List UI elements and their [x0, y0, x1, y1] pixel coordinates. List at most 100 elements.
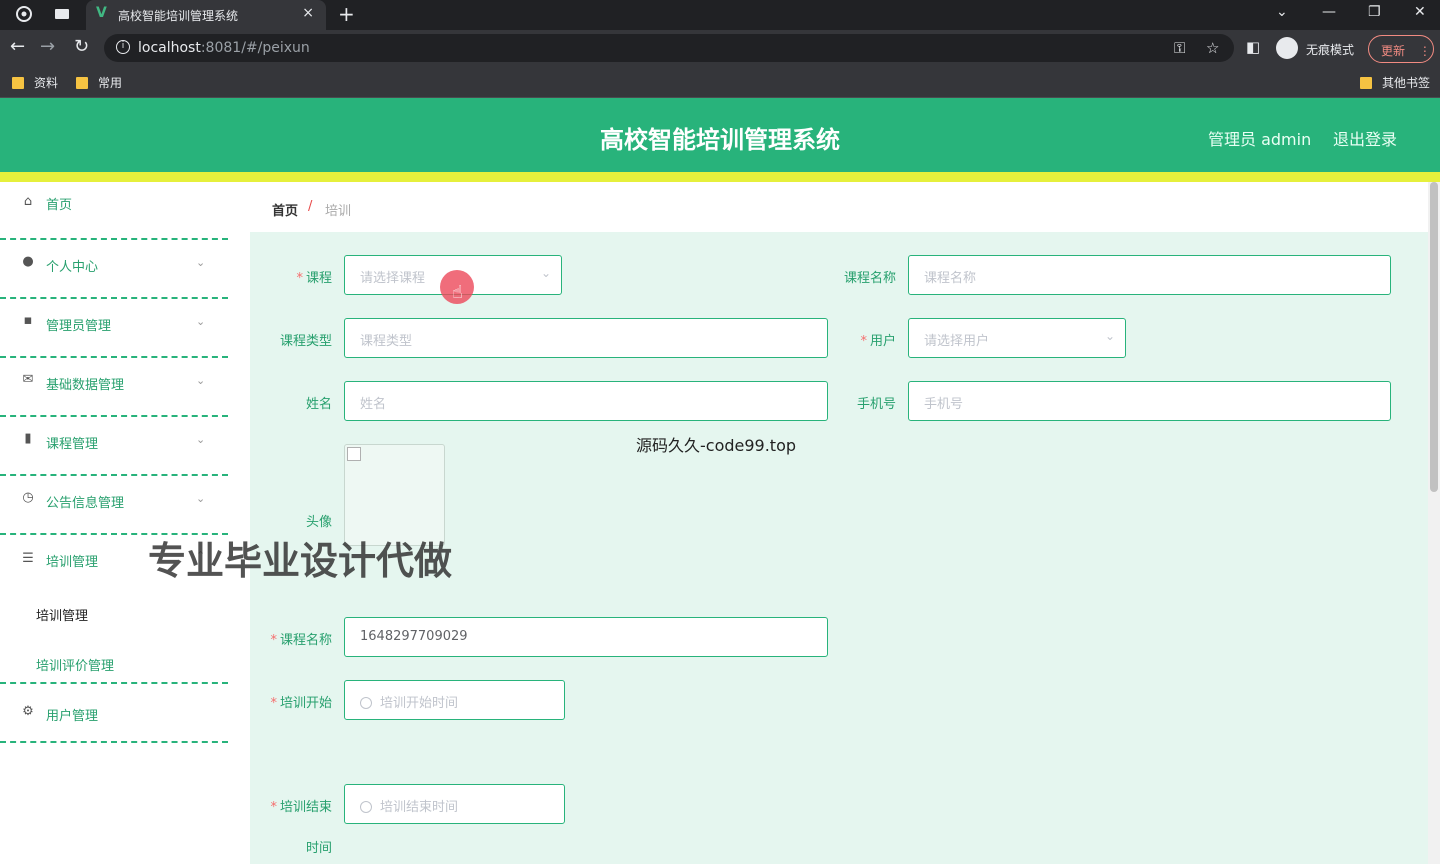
other-bookmarks[interactable]: 其他书签 — [1360, 74, 1430, 91]
sidebar-item-course[interactable]: ▮ 课程管理 ⌄ — [0, 417, 228, 476]
tab-title: 高校智能培训管理系统 — [118, 9, 239, 23]
user-icon: ● — [22, 254, 34, 269]
folder-icon — [76, 77, 88, 89]
breadcrumb: 首页 / 培训 — [250, 182, 1428, 232]
course-type-label: 课程类型 — [279, 334, 332, 349]
user-label: * 用户 — [860, 334, 896, 349]
clock-icon — [360, 801, 372, 813]
close-window-icon[interactable]: ✕ — [1414, 4, 1426, 20]
sidebar-subitem-training-review[interactable]: 培训评价管理 — [36, 655, 114, 674]
bookmark-star-icon[interactable]: ☆ — [1206, 39, 1219, 57]
tab-close-icon[interactable]: × — [302, 5, 314, 21]
chevron-down-icon: ⌄ — [1104, 329, 1115, 343]
bookmarks-bar: 资料 常用 其他书签 — [0, 66, 1440, 98]
new-tab-button[interactable]: + — [338, 2, 355, 26]
address-bar: ← → ↻ i localhost:8081/#/peixun ⚿ ☆ ◧ — [0, 30, 1440, 66]
breadcrumb-current: 培训 — [325, 204, 352, 219]
start-label: * 培训开始 — [270, 696, 332, 711]
sidebar-item-label: 个人中心 — [46, 260, 99, 275]
user-select[interactable]: 请选择用户 ⌄ — [908, 318, 1126, 358]
clock-icon: ◷ — [22, 490, 34, 505]
phone-input[interactable]: 手机号 — [908, 381, 1391, 421]
scrollbar-thumb[interactable] — [1430, 182, 1438, 492]
back-icon[interactable]: ← — [10, 36, 25, 57]
hand-cursor-icon: ☝ — [452, 282, 463, 303]
tab-search-icon[interactable]: ⌄ — [1276, 4, 1288, 20]
site-info-icon[interactable]: i — [116, 40, 130, 54]
current-user: 管理员 admin — [1208, 130, 1312, 149]
incognito-icon[interactable] — [1276, 37, 1298, 59]
browser-logo-icon — [16, 6, 32, 22]
folder-icon — [1360, 77, 1372, 89]
bookmark-folder-changyong[interactable]: 常用 — [76, 74, 122, 91]
start-time-picker[interactable]: 培训开始时间 — [344, 680, 565, 720]
vue-favicon-icon: V — [96, 5, 107, 21]
chevron-down-icon: ⌄ — [196, 256, 206, 269]
tab-list-icon[interactable] — [54, 6, 70, 22]
mail-icon: ✉ — [22, 372, 34, 387]
scrollbar[interactable] — [1428, 182, 1440, 864]
sidebar-item-label: 公告信息管理 — [46, 496, 125, 511]
course-type-input[interactable]: 课程类型 — [344, 318, 828, 358]
name-label: 姓名 — [305, 397, 332, 412]
course-name2-input[interactable]: 1648297709029 — [344, 617, 828, 657]
sidebar-item-notice[interactable]: ◷ 公告信息管理 ⌄ — [0, 476, 228, 535]
minimize-icon[interactable]: — — [1322, 4, 1336, 20]
sidebar-item-label: 课程管理 — [46, 437, 99, 452]
breadcrumb-separator: / — [308, 199, 313, 214]
header-accent-strip — [0, 172, 1440, 182]
sidebar-item-home[interactable]: ⌂ 首页 — [0, 182, 228, 240]
chevron-down-icon: ⌄ — [540, 266, 551, 280]
sidebar-item-label: 首页 — [46, 198, 73, 213]
sidebar: ⌂ 首页 ● 个人中心 ⌄ ▪ 管理员管理 ⌄ ✉ 基础数据管理 ⌄ ▮ 课程管… — [0, 182, 250, 864]
image-placeholder-icon — [347, 447, 361, 461]
url-text: localhost:8081/#/peixun — [138, 40, 310, 56]
key-icon[interactable]: ⚿ — [1174, 39, 1185, 57]
sidebar-subitem-training[interactable]: 培训管理 — [36, 605, 88, 624]
forward-icon[interactable]: → — [40, 36, 55, 57]
end-label-line2: 时间 — [305, 841, 332, 856]
gear-icon: ⚙ — [22, 704, 34, 719]
sidebar-item-label: 用户管理 — [46, 709, 99, 724]
side-panel-icon[interactable]: ◧ — [1246, 38, 1260, 56]
watermark-text: 源码久久-code99.top — [636, 436, 797, 455]
update-button[interactable]: 更新 ⋮ — [1368, 35, 1434, 63]
chevron-down-icon: ⌄ — [196, 492, 206, 505]
sidebar-item-label: 管理员管理 — [46, 319, 112, 334]
app-header: 高校智能培训管理系统 管理员 admin 退出登录 — [0, 98, 1440, 172]
sidebar-item-profile[interactable]: ● 个人中心 ⌄ — [0, 240, 228, 299]
restore-icon[interactable]: ❐ — [1368, 4, 1381, 20]
sidebar-item-admin[interactable]: ▪ 管理员管理 ⌄ — [0, 299, 228, 358]
promo-watermark: 专业毕业设计代做 — [148, 539, 453, 583]
browser-tab-bar: V 高校智能培训管理系统 × + ⌄ — ❐ ✕ — [0, 0, 1440, 30]
course-name-label: 课程名称 — [843, 271, 896, 286]
folder-icon — [12, 77, 24, 89]
url-input[interactable]: i localhost:8081/#/peixun ⚿ ☆ — [104, 34, 1234, 62]
chevron-down-icon: ⌄ — [196, 315, 206, 328]
phone-label: 手机号 — [856, 397, 896, 412]
course-name2-label: * 课程名称 — [270, 633, 332, 648]
admin-icon: ▪ — [23, 313, 33, 328]
reload-icon[interactable]: ↻ — [74, 36, 89, 57]
logout-link[interactable]: 退出登录 — [1333, 126, 1397, 150]
breadcrumb-home[interactable]: 首页 — [272, 200, 298, 219]
course-label: * 课程 — [296, 271, 332, 286]
name-input[interactable]: 姓名 — [344, 381, 828, 421]
end-label: * 培训结束 — [270, 800, 332, 815]
chevron-down-icon: ⌄ — [196, 374, 206, 387]
bookmark-folder-ziliao[interactable]: 资料 — [12, 74, 58, 91]
bar-chart-icon: ▮ — [24, 431, 32, 446]
avatar-label: 头像 — [305, 515, 332, 530]
home-icon: ⌂ — [23, 194, 33, 209]
sidebar-item-users[interactable]: ⚙ 用户管理 — [0, 684, 228, 743]
course-name-input[interactable]: 课程名称 — [908, 255, 1391, 295]
end-time-picker[interactable]: 培训结束时间 — [344, 784, 565, 824]
sidebar-item-label: 培训管理 — [46, 555, 99, 570]
active-tab[interactable]: V 高校智能培训管理系统 × — [86, 0, 326, 30]
clock-icon — [360, 697, 372, 709]
sidebar-item-base-data[interactable]: ✉ 基础数据管理 ⌄ — [0, 358, 228, 417]
list-icon: ☰ — [22, 551, 34, 566]
chevron-down-icon: ⌄ — [196, 433, 206, 446]
sidebar-item-label: 基础数据管理 — [46, 378, 125, 393]
incognito-label: 无痕模式 — [1306, 43, 1355, 57]
